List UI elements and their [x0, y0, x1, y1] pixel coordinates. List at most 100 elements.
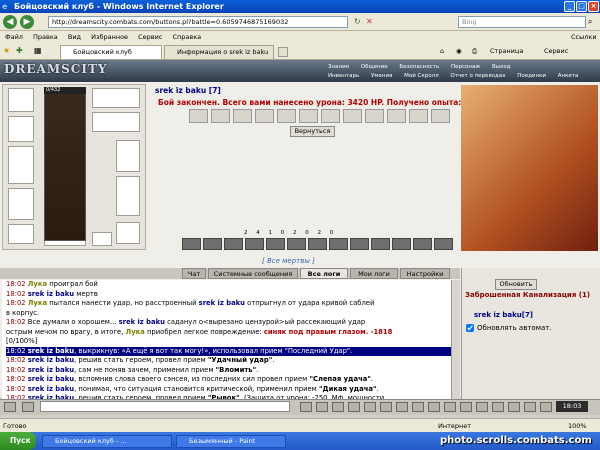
back-button[interactable]: ◀ [3, 15, 17, 29]
weapon-slot[interactable] [8, 146, 34, 184]
stop-icon[interactable]: ✕ [366, 17, 373, 26]
nav-chat[interactable]: Общение [361, 63, 388, 71]
nav-transfers[interactable]: Отчет о переводах [450, 72, 505, 80]
nav-scroll[interactable]: Мой Скролл [404, 72, 438, 80]
player-name[interactable]: srek iz baku [28, 385, 74, 393]
skill-icon[interactable] [308, 238, 327, 250]
refresh-icon[interactable]: ↻ [354, 17, 361, 26]
toolbar-icon[interactable] [380, 402, 392, 412]
favorites-star-icon[interactable]: ★ [3, 46, 10, 55]
skill-icon[interactable] [371, 238, 390, 250]
home-icon[interactable]: ⌂ [440, 46, 444, 57]
nav-inventory[interactable]: Инвентарь [328, 72, 359, 80]
toolbar-icon[interactable] [316, 402, 328, 412]
character-name[interactable]: srek iz baku [7] [155, 86, 221, 95]
toolbar-icon[interactable] [364, 402, 376, 412]
tab-system-messages[interactable]: Системные сообщения [208, 268, 298, 279]
skill-icon[interactable] [224, 238, 243, 250]
skill-icon[interactable] [266, 238, 285, 250]
nav-fights[interactable]: Поединки [517, 72, 546, 80]
toolbar-icon[interactable] [396, 402, 408, 412]
page-menu[interactable]: Страница [490, 46, 523, 57]
close-button[interactable]: × [588, 1, 599, 12]
menu-favorites[interactable]: Избранное [91, 33, 128, 41]
chat-input[interactable] [40, 401, 290, 412]
bracer-slot[interactable] [8, 116, 34, 142]
toolbar-icon[interactable] [444, 402, 456, 412]
skill-icon[interactable] [434, 238, 453, 250]
player-name[interactable]: srek iz baku [28, 356, 74, 364]
toolbar-icon[interactable] [348, 402, 360, 412]
nav-character[interactable]: Персонаж [451, 63, 480, 71]
taskbar-item-paint[interactable]: Безымянный - Paint [176, 435, 286, 448]
menu-view[interactable]: Вид [68, 33, 81, 41]
ring-slots[interactable] [92, 88, 140, 108]
player-name[interactable]: srek iz baku [28, 375, 74, 383]
new-tab-button[interactable] [278, 47, 288, 57]
extra-slot[interactable] [92, 232, 112, 246]
search-icon[interactable]: ⌕ [588, 17, 592, 27]
location-user[interactable]: srek iz baku[7] [474, 311, 533, 319]
tab-my-logs[interactable]: Мои логи [350, 268, 398, 279]
skill-icon[interactable] [245, 238, 264, 250]
skill-icon[interactable] [392, 238, 411, 250]
player-name[interactable]: srek iz baku [119, 318, 165, 326]
tab-fight-club[interactable]: Бойцовский клуб [60, 45, 162, 59]
skill-icon[interactable] [182, 238, 201, 250]
toolbar-icon[interactable] [540, 402, 552, 412]
shield-slot[interactable] [116, 140, 140, 172]
toolbar-icon[interactable] [524, 402, 536, 412]
menu-tools[interactable]: Сервис [138, 33, 162, 41]
return-button[interactable]: Вернуться [290, 126, 335, 137]
armor-slot[interactable] [8, 188, 34, 220]
taskbar-item-ie[interactable]: Бойцовский клуб - ... [42, 435, 172, 448]
player-name[interactable]: srek iz baku [28, 366, 74, 374]
auto-refresh-checkbox[interactable] [466, 324, 474, 332]
toolbar-icon[interactable] [460, 402, 472, 412]
menu-file[interactable]: Файл [5, 33, 23, 41]
tab-list-icon[interactable]: ▦ [34, 46, 42, 55]
player-name[interactable]: Лука [28, 280, 47, 288]
skill-icon[interactable] [203, 238, 222, 250]
print-icon[interactable]: ⎙ [472, 46, 477, 57]
toolbar-icon[interactable] [332, 402, 344, 412]
feeds-icon[interactable]: ◉ [456, 46, 462, 57]
chat-mode-icon[interactable] [4, 402, 16, 412]
nav-knowledge[interactable]: Знания [328, 63, 349, 71]
toolbar-icon[interactable] [492, 402, 504, 412]
nav-profile[interactable]: Анкета [558, 72, 579, 80]
toolbar-icon[interactable] [300, 402, 312, 412]
toolbar-icon[interactable] [476, 402, 488, 412]
maximize-button[interactable]: □ [576, 1, 587, 12]
menu-edit[interactable]: Правка [33, 33, 58, 41]
tab-info[interactable]: Информация о srek iz baku [164, 45, 274, 59]
belt-slot[interactable] [8, 224, 34, 244]
nav-exit[interactable]: Выход [492, 63, 511, 71]
refresh-button[interactable]: Обновить [495, 279, 537, 290]
minimize-button[interactable]: _ [564, 1, 575, 12]
zoom-label[interactable]: 100% [568, 419, 587, 433]
start-button[interactable]: Пуск [0, 432, 36, 450]
skill-icon[interactable] [413, 238, 432, 250]
player-name[interactable]: Лука [28, 299, 47, 307]
tab-settings[interactable]: Настройки [400, 268, 450, 279]
player-name[interactable]: Лука [126, 328, 145, 336]
pants-slot[interactable] [116, 176, 140, 216]
player-name[interactable]: srek iz baku [28, 290, 74, 298]
chat-scrollbar[interactable] [451, 280, 460, 400]
tools-menu[interactable]: Сервис [544, 46, 568, 57]
url-input[interactable]: http://dreamscity.combats.com/buttons.pl… [48, 16, 348, 28]
chat-log[interactable]: 18:02 Лука проиграл бой 18:02 srek iz bak… [2, 280, 451, 400]
tab-chat[interactable]: Чат [182, 268, 206, 279]
toolbar-icon[interactable] [508, 402, 520, 412]
forward-button[interactable]: ▶ [20, 15, 34, 29]
chat-send-icon[interactable] [22, 402, 34, 412]
skill-icon[interactable] [329, 238, 348, 250]
toolbar-icon[interactable] [428, 402, 440, 412]
search-input[interactable]: Bing [458, 16, 586, 28]
player-name[interactable]: srek iz baku [28, 347, 74, 355]
skill-icon[interactable] [287, 238, 306, 250]
boots-slot[interactable] [116, 222, 140, 244]
add-favorites-icon[interactable]: ✚ [16, 46, 23, 55]
item-slots[interactable] [92, 112, 140, 132]
